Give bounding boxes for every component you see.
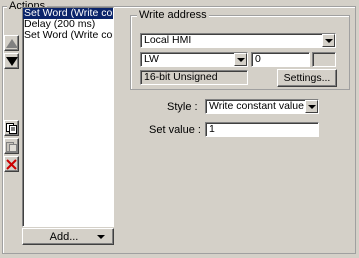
device-value: Local HMI xyxy=(144,34,192,46)
device-select[interactable]: Local HMI xyxy=(140,33,336,48)
style-value: Write constant value xyxy=(209,100,304,112)
paste-icon xyxy=(6,141,17,152)
chevron-down-icon xyxy=(236,57,245,62)
chevron-down-icon xyxy=(97,235,105,239)
address-input[interactable]: 0 xyxy=(251,52,310,67)
address-index-input xyxy=(312,52,336,67)
list-item[interactable]: Set Word (Write constant value) xyxy=(23,30,113,41)
register-type-dropdown-button[interactable] xyxy=(234,53,247,66)
add-action-button[interactable]: Add... xyxy=(22,228,114,245)
data-format-value: 16-bit Unsigned xyxy=(144,71,218,83)
move-down-button[interactable] xyxy=(4,53,19,69)
delete-button[interactable] xyxy=(4,156,19,172)
set-value-value: 1 xyxy=(209,123,215,135)
data-format-display: 16-bit Unsigned xyxy=(140,70,248,85)
address-value: 0 xyxy=(255,53,261,65)
copy-icon xyxy=(6,122,17,134)
device-dropdown-button[interactable] xyxy=(322,34,335,47)
style-label: Style : xyxy=(167,101,198,113)
chevron-down-icon xyxy=(307,104,316,109)
settings-button-label: Settings... xyxy=(283,72,331,84)
write-address-title: Write address xyxy=(137,9,209,21)
arrow-down-icon xyxy=(5,56,18,66)
settings-button[interactable]: Settings... xyxy=(277,69,337,87)
action-list[interactable]: Set Word (Write constant value) Delay (2… xyxy=(22,7,114,227)
set-value-input[interactable]: 1 xyxy=(205,122,319,137)
paste-button[interactable] xyxy=(4,138,19,154)
style-dropdown-button[interactable] xyxy=(305,100,318,113)
add-button-label: Add... xyxy=(49,230,79,243)
arrow-up-icon xyxy=(5,38,18,48)
style-select[interactable]: Write constant value xyxy=(205,99,319,114)
register-type-select[interactable]: LW xyxy=(140,52,248,67)
register-type-value: LW xyxy=(144,53,159,65)
chevron-down-icon xyxy=(324,38,333,43)
delete-icon xyxy=(6,158,17,170)
move-up-button[interactable] xyxy=(4,35,19,51)
set-value-label: Set value : xyxy=(149,124,201,136)
copy-button[interactable] xyxy=(4,120,19,136)
